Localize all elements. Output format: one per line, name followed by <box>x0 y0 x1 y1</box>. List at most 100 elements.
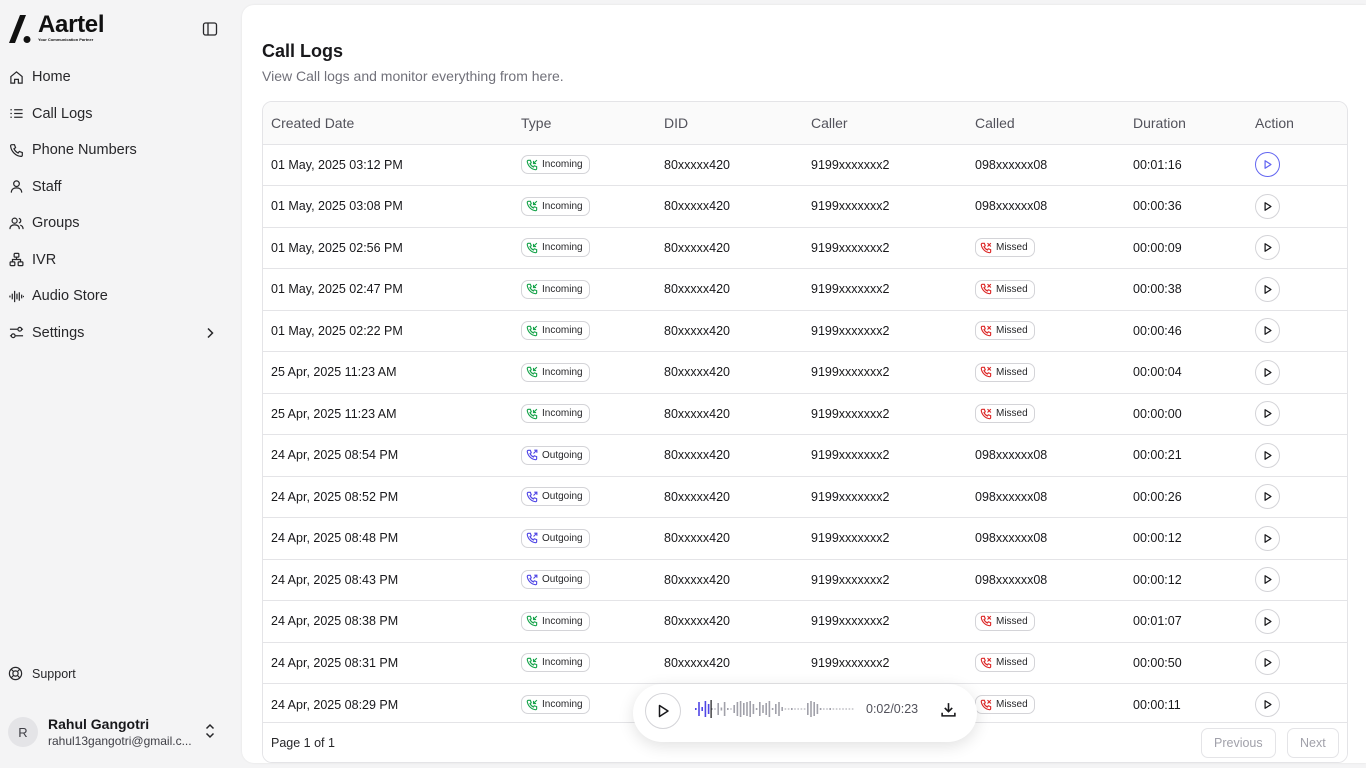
cell-duration: 00:00:36 <box>1133 199 1182 214</box>
table-row[interactable]: 01 May, 2025 02:47 PM Incoming 80xxxxx420 9… <box>263 268 1347 311</box>
play-recording-button[interactable] <box>1255 359 1280 385</box>
table-row[interactable]: 24 Apr, 2025 08:38 PM Incoming 80xxxxx420 9… <box>263 600 1347 643</box>
table-row[interactable]: 24 Apr, 2025 08:31 PM Incoming 80xxxxx420 9… <box>263 642 1347 684</box>
sidebar-item-call-logs[interactable]: Call Logs <box>0 96 242 133</box>
cell-action <box>1247 352 1347 394</box>
badge-label: Outgoing <box>542 574 583 586</box>
cell-did: 80xxxxx420 <box>664 406 731 421</box>
phone-outgoing-icon <box>526 532 538 544</box>
table-row[interactable]: 25 Apr, 2025 11:23 AM Incoming 80xxxxx420 9… <box>263 351 1347 394</box>
cell-caller: 9199xxxxxxx2 <box>811 614 890 629</box>
sidebar-item-home[interactable]: Home <box>0 59 242 96</box>
waveform-bar <box>829 708 831 710</box>
waveform-bar <box>743 703 745 715</box>
avatar: R <box>8 717 38 747</box>
cell-type: Incoming <box>513 144 656 186</box>
cell-did: 80xxxxx420 <box>664 655 731 670</box>
cell-did: 80xxxxx420 <box>664 531 731 546</box>
badge-label: Incoming <box>542 366 583 378</box>
badge-label: Missed <box>996 366 1028 378</box>
waveform-bar <box>794 708 796 710</box>
cell-caller: 9199xxxxxxx2 <box>811 572 890 587</box>
waveform-bar <box>848 708 851 710</box>
sidebar-item-audio-store[interactable]: Audio Store <box>0 278 242 315</box>
cell-created-date: 01 May, 2025 02:22 PM <box>271 323 403 338</box>
user-menu[interactable]: R Rahul Gangotri rahul13gangotri@gmail.c… <box>8 712 220 752</box>
next-page-button[interactable]: Next <box>1287 728 1339 758</box>
column-header-duration: Duration <box>1133 114 1186 131</box>
sidebar-item-groups[interactable]: Groups <box>0 205 242 242</box>
play-recording-button[interactable] <box>1255 276 1280 302</box>
cell-called: Missed <box>967 227 1125 269</box>
waveform-bar <box>771 708 774 710</box>
play-recording-button[interactable] <box>1255 525 1280 551</box>
play-recording-button[interactable] <box>1255 567 1280 593</box>
download-button[interactable] <box>938 699 958 719</box>
play-recording-button[interactable] <box>1255 692 1280 717</box>
sidebar-item-ivr[interactable]: IVR <box>0 242 242 279</box>
play-icon <box>1264 700 1272 709</box>
cell-caller: 9199xxxxxxx2 <box>811 448 890 463</box>
cell-did: 80xxxxx420 <box>664 282 731 297</box>
waveform-bar <box>784 708 787 710</box>
table-row[interactable]: 01 May, 2025 03:08 PM Incoming 80xxxxx420 9… <box>263 185 1347 228</box>
play-recording-button[interactable] <box>1255 193 1280 219</box>
sidebar-item-staff[interactable]: Staff <box>0 169 242 206</box>
play-recording-button[interactable] <box>1255 650 1280 676</box>
sidebar-item-label: Phone Numbers <box>32 142 137 159</box>
page-subtitle: View Call logs and monitor everything fr… <box>262 68 564 84</box>
waveform-bar <box>707 704 710 714</box>
sidebar-toggle-button[interactable] <box>200 19 220 39</box>
play-recording-button[interactable] <box>1255 152 1280 178</box>
cell-type: Incoming <box>513 310 656 352</box>
waveform-bar <box>736 702 739 716</box>
waveform-bar <box>819 708 822 710</box>
waveform-bar <box>787 708 790 710</box>
table-row[interactable]: 24 Apr, 2025 08:52 PM Outgoing 80xxxxx420 9… <box>263 476 1347 518</box>
cell-duration: 00:00:00 <box>1133 406 1182 421</box>
table-row[interactable]: 01 May, 2025 03:12 PM Incoming 80xxxxx420 9… <box>263 144 1347 186</box>
play-recording-button[interactable] <box>1255 484 1280 510</box>
badge-label: Missed <box>996 408 1028 420</box>
badge-label: Incoming <box>542 615 583 627</box>
cell-duration: 00:00:46 <box>1133 323 1182 338</box>
cell-type: Incoming <box>513 601 656 643</box>
play-recording-button[interactable] <box>1255 318 1280 344</box>
cell-called: Missed <box>967 393 1125 435</box>
page-info: Page 1 of 1 <box>271 736 335 750</box>
table-row[interactable]: 24 Apr, 2025 08:48 PM Outgoing 80xxxxx420 9… <box>263 517 1347 560</box>
play-recording-button[interactable] <box>1255 401 1280 427</box>
waveform-bar <box>752 704 755 714</box>
audio-waveform-scrubber[interactable] <box>693 698 857 720</box>
support-link[interactable]: Support <box>8 666 76 682</box>
sidebar-item-settings[interactable]: Settings <box>0 315 242 352</box>
waveform-bar <box>730 708 732 710</box>
audio-play-button[interactable] <box>645 693 681 729</box>
table-row[interactable]: 24 Apr, 2025 08:54 PM Outgoing 80xxxxx420 9… <box>263 434 1347 477</box>
table-row[interactable]: 01 May, 2025 02:22 PM Incoming 80xxxxx420 9… <box>263 310 1347 352</box>
play-recording-button[interactable] <box>1255 608 1280 634</box>
cell-type: Incoming <box>513 227 656 269</box>
waveform-bar <box>755 708 758 710</box>
cell-action <box>1247 642 1347 684</box>
incoming-badge: Incoming <box>521 238 590 258</box>
play-recording-button[interactable] <box>1255 235 1280 261</box>
badge-label: Incoming <box>542 242 583 254</box>
previous-page-button[interactable]: Previous <box>1201 728 1276 758</box>
table-row[interactable]: 01 May, 2025 02:56 PM Incoming 80xxxxx420 9… <box>263 227 1347 269</box>
brand-logo[interactable]: Aartel Your Communication Partner <box>8 12 105 44</box>
sidebar-item-phone-numbers[interactable]: Phone Numbers <box>0 132 242 169</box>
phone-outgoing-icon <box>526 574 538 586</box>
missed-badge: Missed <box>975 362 1035 382</box>
missed-badge: Missed <box>975 404 1035 424</box>
play-recording-button[interactable] <box>1255 442 1280 468</box>
badge-label: Outgoing <box>542 449 583 461</box>
table-row[interactable]: 25 Apr, 2025 11:23 AM Incoming 80xxxxx420 9… <box>263 393 1347 435</box>
waveform-bar <box>762 705 764 713</box>
cell-called: 098xxxxxx08 <box>975 489 1048 504</box>
table-row[interactable]: 24 Apr, 2025 08:43 PM Outgoing 80xxxxx420 9… <box>263 559 1347 601</box>
waveform-bar <box>714 708 716 710</box>
waveform-bar <box>826 708 828 710</box>
badge-label: Missed <box>996 615 1028 627</box>
cell-called: Missed <box>967 269 1125 311</box>
